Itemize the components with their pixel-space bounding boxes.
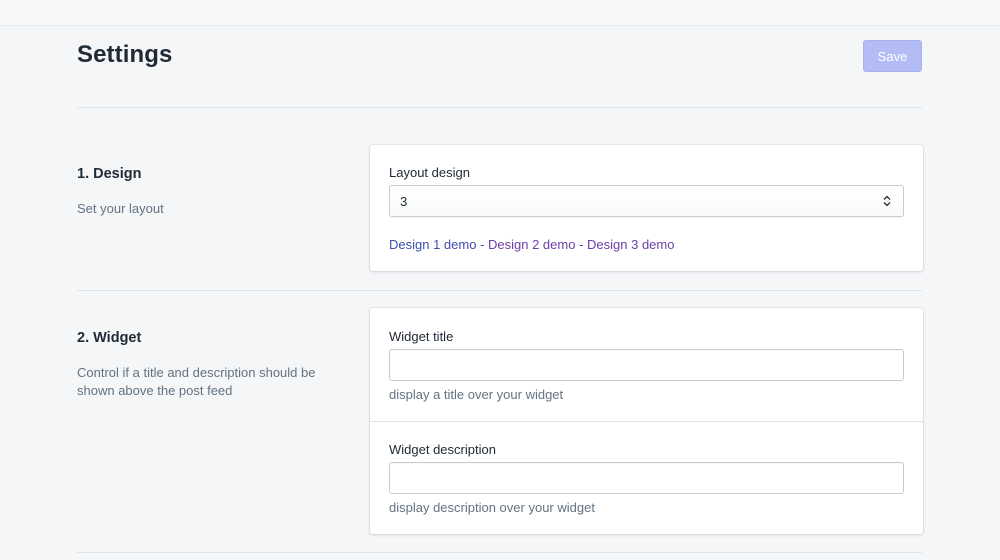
widget-description-input[interactable]: [389, 462, 904, 494]
demo-links: Design 1 demo - Design 2 demo - Design 3…: [389, 237, 674, 252]
card-divider: [370, 421, 923, 422]
page-header: Settings Save: [77, 40, 922, 72]
layout-design-value: 3: [400, 194, 408, 209]
updown-chevron-icon: [883, 195, 891, 207]
section-divider: [77, 290, 922, 291]
save-button[interactable]: Save: [863, 40, 922, 72]
widget-title-label: Widget title: [389, 329, 454, 344]
layout-design-label: Layout design: [389, 165, 470, 180]
design-card: Layout design 3 Design 1 demo - Design 2…: [370, 145, 923, 271]
widget-card: Widget title display a title over your w…: [370, 308, 923, 534]
link-separator: -: [476, 237, 489, 252]
link-separator: -: [575, 237, 588, 252]
bottom-divider: [77, 552, 922, 553]
section-title-design: 1. Design: [77, 166, 142, 182]
layout-design-select[interactable]: 3: [389, 185, 904, 217]
section-description-design: Set your layout: [77, 201, 164, 216]
widget-title-help: display a title over your widget: [389, 387, 564, 402]
top-bar: [0, 0, 1000, 26]
section-title-widget: 2. Widget: [77, 330, 142, 346]
widget-description-help: display description over your widget: [389, 500, 595, 515]
header-divider: [77, 107, 922, 108]
design-1-demo-link[interactable]: Design 1 demo: [389, 237, 476, 252]
widget-title-input[interactable]: [389, 349, 904, 381]
widget-description-label: Widget description: [389, 442, 496, 457]
design-3-demo-link[interactable]: Design 3 demo: [587, 237, 674, 252]
design-2-demo-link[interactable]: Design 2 demo: [488, 237, 575, 252]
page-title: Settings: [77, 41, 173, 68]
section-description-widget: Control if a title and description shoul…: [77, 365, 316, 398]
